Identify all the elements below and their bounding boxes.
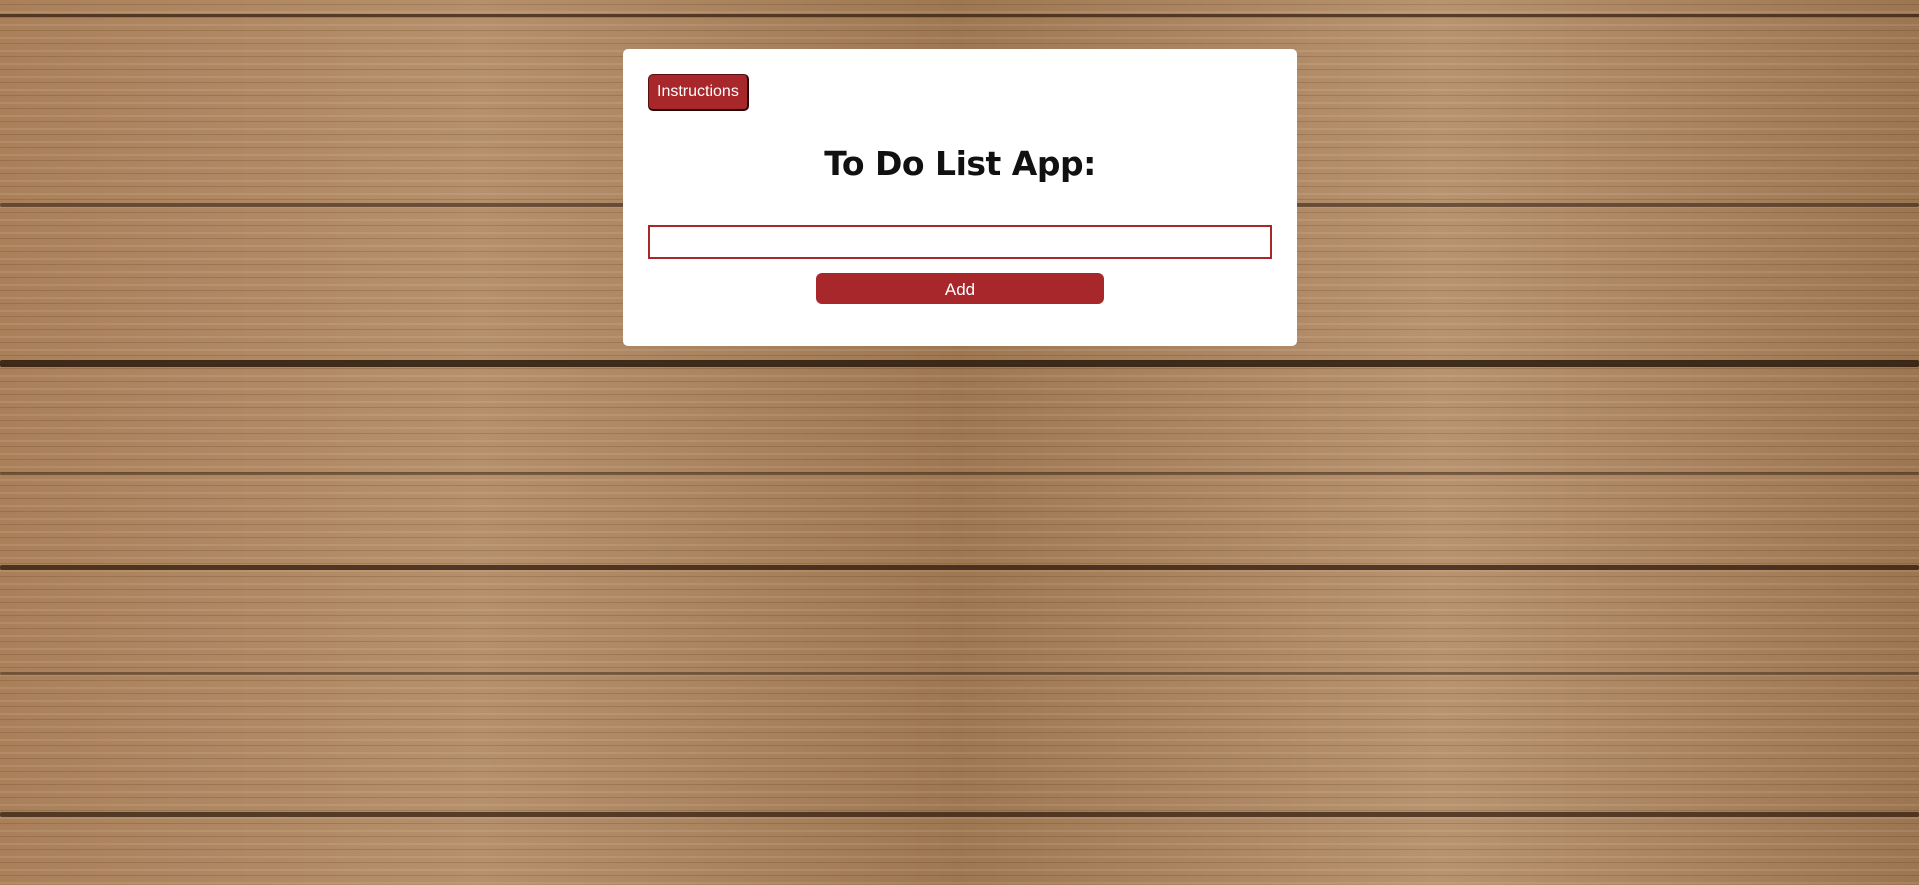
wood-crack [0,472,1919,475]
page: { "app": { "title": "To Do List App:" },… [0,0,1919,885]
task-input[interactable] [648,225,1272,259]
wood-crack [0,812,1919,817]
wood-crack [0,565,1919,570]
instructions-button[interactable]: Instructions [648,74,749,111]
todo-card: Instructions To Do List App: Add [623,49,1297,346]
wood-crack [0,672,1919,675]
wood-crack [0,360,1919,367]
page-title: To Do List App: [824,144,1096,183]
add-button[interactable]: Add [816,273,1104,304]
